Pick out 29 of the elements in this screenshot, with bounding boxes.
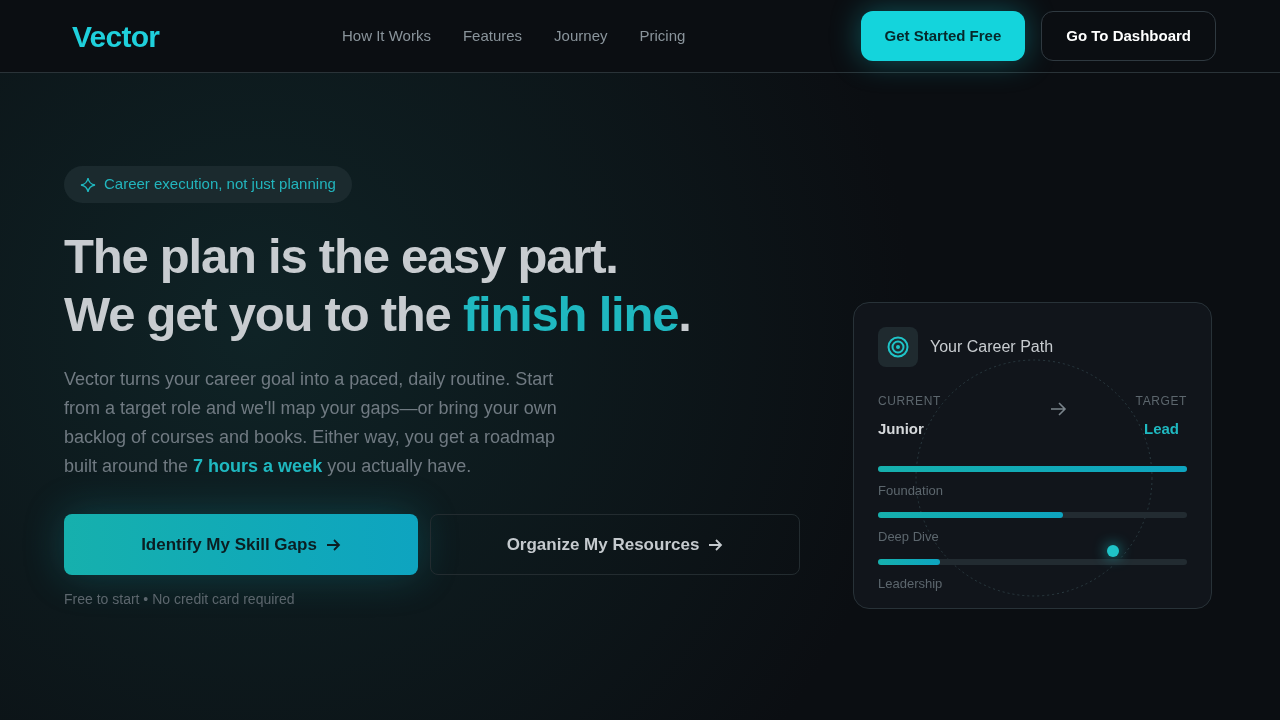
- logo[interactable]: Vector: [72, 13, 322, 59]
- stage-label: Foundation: [878, 481, 945, 500]
- current-role: Junior: [878, 419, 925, 439]
- stage-label: Deep Dive: [878, 528, 940, 546]
- badge-text: Career execution, not just planning: [104, 174, 336, 195]
- sparkle-icon: [80, 176, 96, 193]
- headline-text: .: [678, 287, 691, 341]
- headline-text: The plan is the easy part.: [64, 229, 618, 283]
- dashboard-button[interactable]: Go To Dashboard: [1041, 11, 1216, 61]
- headline-highlight: finish line: [463, 287, 679, 341]
- target-role: Lead: [1143, 419, 1179, 439]
- resources-button[interactable]: Organize My Resources: [430, 514, 800, 575]
- nav-link[interactable]: How It Works: [342, 24, 431, 48]
- target-label: TARGET: [1135, 393, 1187, 410]
- arrow-right-icon: [1049, 400, 1068, 418]
- card-title: Your Career Path: [930, 337, 1054, 357]
- arrow-right-icon: [707, 536, 724, 553]
- arrow-right-icon: [324, 536, 341, 553]
- hero-description: Vector turns your career goal into a paced, daily routine. Start from a target role and we'll map your gaps—or bring your own backlog of courses and books. Either way, you get a roadmap built around the 7 hours a week you actually have.: [64, 368, 558, 478]
- current-label: CURRENT: [878, 393, 941, 410]
- headline-text: We get you to the: [64, 287, 452, 341]
- stage-label: Leadership: [878, 574, 944, 593]
- cta-note: Free to start • No credit card required: [64, 590, 295, 609]
- nav-link[interactable]: Pricing: [639, 24, 686, 48]
- get-started-button[interactable]: Get Started Free: [860, 11, 1026, 61]
- target-icon: [878, 327, 918, 367]
- nav-link[interactable]: Features: [462, 24, 523, 48]
- nav-link[interactable]: Journey: [554, 24, 608, 48]
- skill-gaps-button[interactable]: Identify My Skill Gaps: [64, 514, 418, 575]
